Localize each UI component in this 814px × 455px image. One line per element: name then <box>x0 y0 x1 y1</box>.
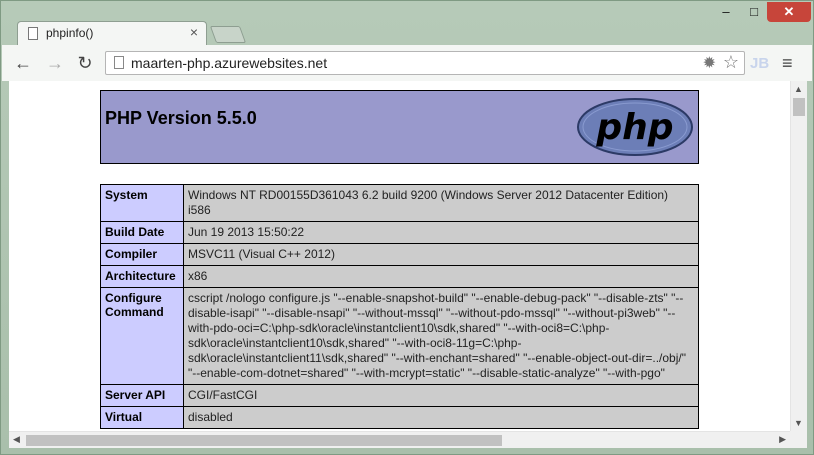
browser-toolbar: ← → ↻ maarten-php.azurewebsites.net ✹ ☆ … <box>2 45 812 81</box>
browser-window: phpinfo() × – □ ✕ ← → ↻ maarten-php.azur… <box>0 0 814 455</box>
row-key: Configure Command <box>100 287 184 385</box>
table-row: Server API CGI/FastCGI <box>100 384 699 407</box>
row-key: Architecture <box>100 265 184 288</box>
page-title: PHP Version 5.5.0 <box>105 108 257 128</box>
table-row: Virtual disabled <box>100 406 699 429</box>
new-tab-button[interactable] <box>209 26 247 43</box>
scroll-left-icon[interactable]: ◀ <box>13 434 20 445</box>
row-value: disabled <box>183 406 699 429</box>
forward-icon[interactable]: → <box>44 53 66 73</box>
close-window-button[interactable]: ✕ <box>767 2 811 22</box>
row-value: MSVC11 (Visual C++ 2012) <box>183 243 699 266</box>
php-logo-icon: php <box>577 98 693 156</box>
table-row: Architecture x86 <box>100 265 699 288</box>
table-row: Configure Command cscript /nologo config… <box>100 287 699 385</box>
scroll-right-icon[interactable]: ▶ <box>779 434 786 445</box>
bookmark-star-icon[interactable]: ☆ <box>723 52 739 73</box>
row-value: Windows NT RD00155D361043 6.2 build 9200… <box>183 184 699 222</box>
scrollbar-corner <box>790 431 807 448</box>
horizontal-scroll-thumb[interactable] <box>26 435 502 446</box>
page-icon <box>114 56 124 69</box>
row-value: cscript /nologo configure.js "--enable-s… <box>183 287 699 385</box>
php-info-table: System Windows NT RD00155D361043 6.2 bui… <box>100 184 699 429</box>
vertical-scrollbar[interactable]: ▲ ▼ <box>790 81 807 431</box>
row-key: Compiler <box>100 243 184 266</box>
row-value: Jun 19 2013 15:50:22 <box>183 221 699 244</box>
row-key: System <box>100 184 184 222</box>
page-viewport: PHP Version 5.5.0 php System Windows NT … <box>9 81 807 448</box>
horizontal-scrollbar[interactable]: ◀ ▶ <box>9 431 790 448</box>
back-icon[interactable]: ← <box>12 53 34 73</box>
browser-tab[interactable]: phpinfo() × <box>17 21 207 45</box>
minimize-button[interactable]: – <box>713 2 739 22</box>
tab-close-icon[interactable]: × <box>190 24 198 40</box>
settings-gear-icon[interactable]: ✹ <box>703 53 716 73</box>
php-logo-text: php <box>595 107 673 148</box>
url-text[interactable]: maarten-php.azurewebsites.net <box>131 55 327 71</box>
vertical-scroll-thumb[interactable] <box>793 98 805 116</box>
browser-menu-icon[interactable]: ≡ <box>782 53 793 74</box>
scroll-up-icon[interactable]: ▲ <box>794 84 803 94</box>
table-row: System Windows NT RD00155D361043 6.2 bui… <box>100 184 699 222</box>
address-bar[interactable]: maarten-php.azurewebsites.net ✹ ☆ <box>105 51 745 75</box>
reload-icon[interactable]: ↻ <box>74 53 96 73</box>
row-key: Server API <box>100 384 184 407</box>
php-version-header: PHP Version 5.5.0 php <box>100 90 699 164</box>
table-row: Compiler MSVC11 (Visual C++ 2012) <box>100 243 699 266</box>
tab-title: phpinfo() <box>46 26 94 40</box>
jetbrains-extension-icon[interactable]: JB <box>750 55 769 72</box>
row-key: Build Date <box>100 221 184 244</box>
maximize-button[interactable]: □ <box>741 2 767 22</box>
scroll-down-icon[interactable]: ▼ <box>794 418 803 428</box>
row-value: CGI/FastCGI <box>183 384 699 407</box>
row-key: Virtual <box>100 406 184 429</box>
row-value: x86 <box>183 265 699 288</box>
page-favicon-icon <box>28 27 38 40</box>
table-row: Build Date Jun 19 2013 15:50:22 <box>100 221 699 244</box>
